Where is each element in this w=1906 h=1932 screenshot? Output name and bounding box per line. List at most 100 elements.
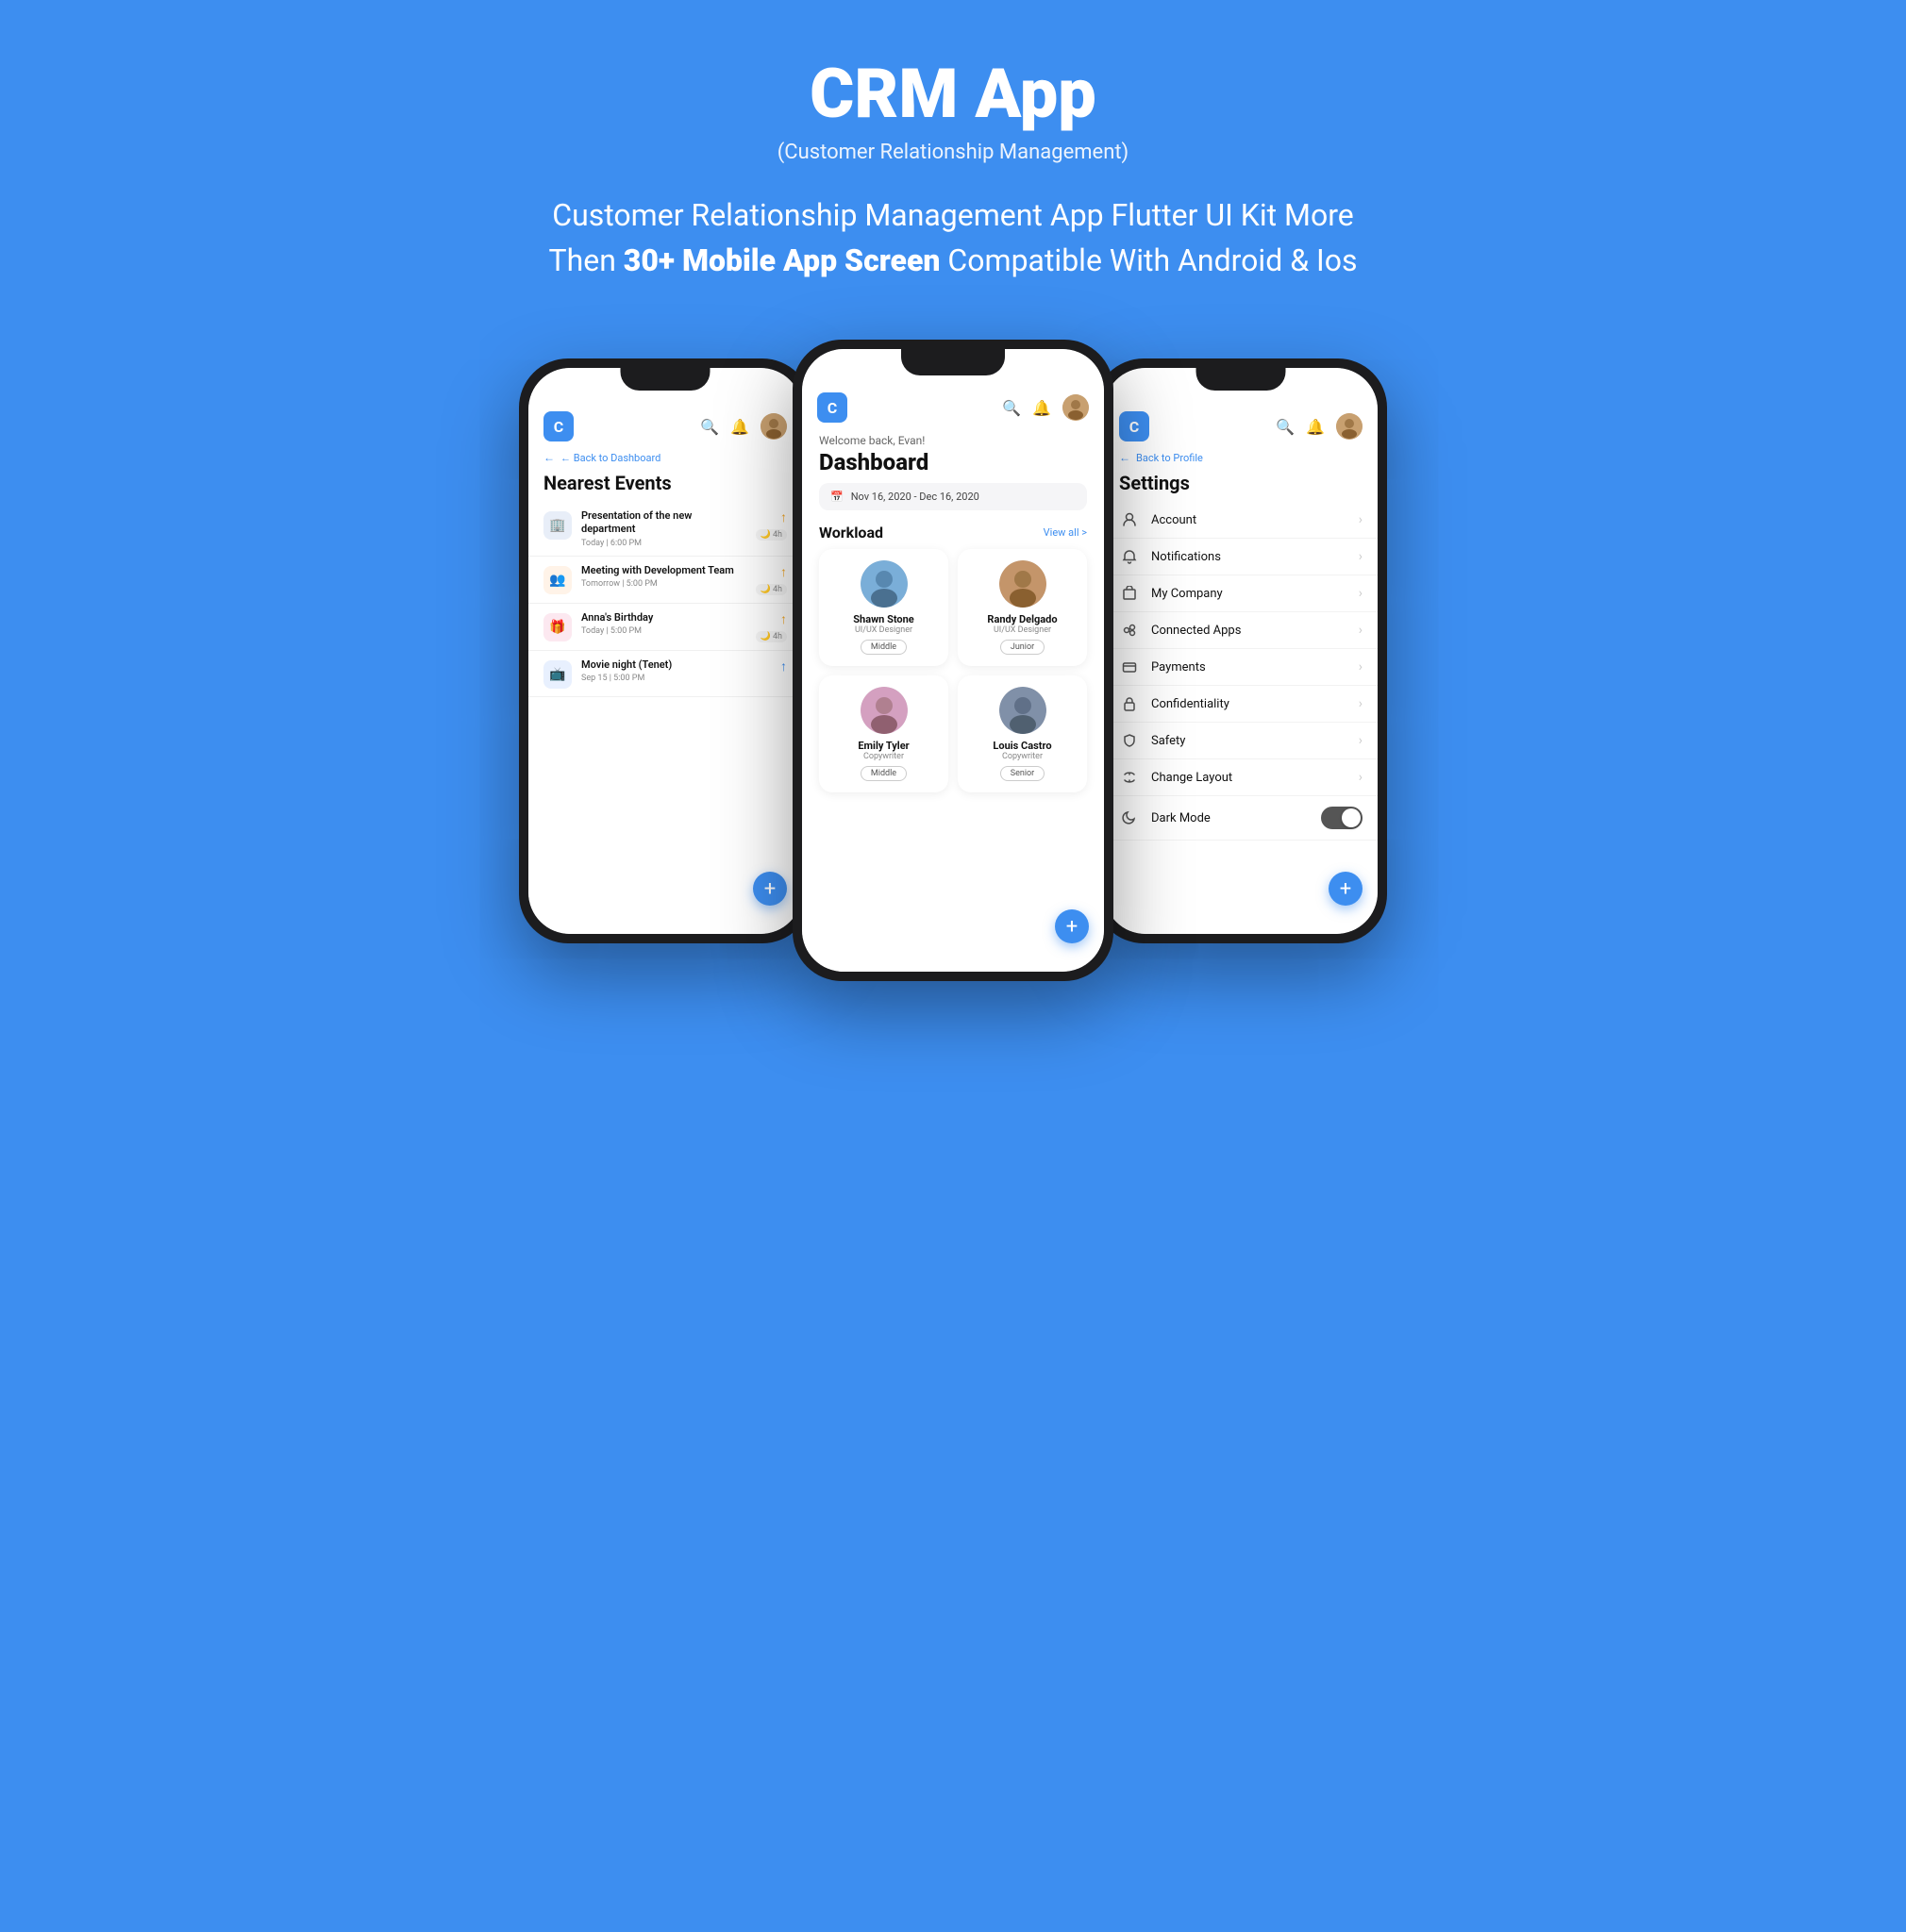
search-icon-center[interactable]: 🔍: [1002, 399, 1021, 417]
worker-avatar-2: [999, 560, 1046, 608]
settings-item-darkmode[interactable]: Dark Mode: [1104, 796, 1378, 841]
event-time-3: Today | 5:00 PM: [581, 626, 746, 636]
settings-item-confidentiality[interactable]: Confidentiality ›: [1104, 686, 1378, 723]
mycompany-icon: [1119, 586, 1140, 601]
changelayout-icon: [1119, 770, 1140, 785]
view-all-link[interactable]: View all >: [1044, 526, 1087, 539]
avatar-right[interactable]: [1336, 413, 1363, 440]
worker-card-1[interactable]: Shawn Stone UI/UX Designer Middle: [819, 549, 948, 666]
settings-label-mycompany: My Company: [1151, 587, 1347, 601]
darkmode-toggle[interactable]: [1321, 807, 1363, 829]
nav-icons-center: 🔍 🔔: [1002, 394, 1089, 421]
worker-role-3: Copywriter: [863, 752, 904, 761]
worker-level-2: Junior: [1000, 640, 1045, 655]
event-time-2: Tomorrow | 5:00 PM: [581, 579, 746, 589]
settings-label-connectedapps: Connected Apps: [1151, 624, 1347, 638]
avatar-center[interactable]: [1062, 394, 1089, 421]
priority-icon-3: ↑: [780, 611, 787, 627]
event-title-1: Presentation of the new department: [581, 509, 746, 537]
account-icon: [1119, 512, 1140, 527]
event-info-2: Meeting with Development Team Tomorrow |…: [581, 564, 746, 589]
chevron-account: ›: [1359, 512, 1363, 527]
fab-button-left[interactable]: +: [753, 872, 787, 906]
avatar-left[interactable]: [761, 413, 787, 440]
search-icon-left[interactable]: 🔍: [700, 418, 719, 436]
worker-card-2[interactable]: Randy Delgado UI/UX Designer Junior: [958, 549, 1087, 666]
notch-center: [901, 349, 1005, 375]
bell-icon-right[interactable]: 🔔: [1306, 418, 1325, 436]
event-icon-1: 🏢: [543, 511, 572, 540]
events-title: Nearest Events: [528, 468, 802, 502]
phone-right: C 🔍 🔔 ← Back to Profile S: [1095, 358, 1387, 943]
settings-item-account[interactable]: Account ›: [1104, 502, 1378, 539]
worker-role-2: UI/UX Designer: [994, 625, 1051, 635]
app-logo-right: C: [1119, 411, 1149, 441]
payments-icon: [1119, 659, 1140, 675]
notifications-icon: [1119, 549, 1140, 564]
settings-label-account: Account: [1151, 513, 1347, 527]
chevron-confidentiality: ›: [1359, 696, 1363, 711]
settings-label-notifications: Notifications: [1151, 550, 1347, 564]
worker-name-1: Shawn Stone: [853, 613, 913, 625]
event-icon-2: 👥: [543, 566, 572, 594]
calendar-icon: 📅: [830, 491, 844, 503]
fab-button-center[interactable]: +: [1055, 909, 1089, 943]
settings-item-payments[interactable]: Payments ›: [1104, 649, 1378, 686]
back-label-left: ← Back to Dashboard: [560, 452, 660, 464]
back-arrow-right: ←: [1119, 451, 1130, 464]
bell-icon-center[interactable]: 🔔: [1032, 399, 1051, 417]
settings-item-notifications[interactable]: Notifications ›: [1104, 539, 1378, 575]
darkmode-icon: [1119, 810, 1140, 825]
chevron-mycompany: ›: [1359, 586, 1363, 601]
event-item-2[interactable]: 👥 Meeting with Development Team Tomorrow…: [528, 557, 802, 604]
worker-avatar-3: [861, 687, 908, 734]
settings-title: Settings: [1104, 468, 1378, 502]
worker-avatar-1: [861, 560, 908, 608]
event-icon-4: 📺: [543, 660, 572, 689]
settings-label-changelayout: Change Layout: [1151, 771, 1347, 785]
phone-center-screen: C 🔍 🔔 Welcome back, Evan! Dashboard: [802, 349, 1104, 972]
bell-icon-left[interactable]: 🔔: [730, 418, 749, 436]
event-title-2: Meeting with Development Team: [581, 564, 746, 577]
back-label-right: Back to Profile: [1136, 452, 1203, 464]
settings-label-safety: Safety: [1151, 734, 1347, 748]
app-logo-left: C: [543, 411, 574, 441]
nav-icons-right: 🔍 🔔: [1276, 413, 1363, 440]
bottom-bar-left: [618, 923, 712, 926]
chevron-notifications: ›: [1359, 549, 1363, 564]
toggle-knob: [1342, 808, 1361, 827]
workload-title: Workload: [819, 524, 883, 541]
worker-name-2: Randy Delgado: [987, 613, 1057, 625]
worker-card-4[interactable]: Louis Castro Copywriter Senior: [958, 675, 1087, 792]
phone-right-screen: C 🔍 🔔 ← Back to Profile S: [1104, 368, 1378, 934]
duration-1: 🌙 4h: [756, 529, 787, 541]
back-link-right[interactable]: ← Back to Profile: [1104, 447, 1378, 468]
event-item-4[interactable]: 📺 Movie night (Tenet) Sep 15 | 5:00 PM ↑: [528, 651, 802, 697]
event-item-1[interactable]: 🏢 Presentation of the new department Tod…: [528, 502, 802, 557]
worker-card-3[interactable]: Emily Tyler Copywriter Middle: [819, 675, 948, 792]
settings-item-safety[interactable]: Safety ›: [1104, 723, 1378, 759]
workload-grid: Shawn Stone UI/UX Designer Middle: [802, 549, 1104, 792]
settings-item-changelayout[interactable]: Change Layout ›: [1104, 759, 1378, 796]
back-arrow-left: ←: [543, 451, 555, 464]
fab-button-right[interactable]: +: [1329, 872, 1363, 906]
top-nav-center: C 🔍 🔔: [802, 385, 1104, 428]
bottom-bar-right: [1194, 923, 1288, 926]
page-description: Customer Relationship Management App Flu…: [528, 192, 1378, 283]
event-item-3[interactable]: 🎁 Anna's Birthday Today | 5:00 PM ↑ 🌙 4h: [528, 604, 802, 651]
duration-2: 🌙 4h: [756, 584, 787, 595]
priority-icon-1: ↑: [780, 509, 787, 525]
welcome-text: Welcome back, Evan!: [802, 428, 1104, 447]
settings-item-mycompany[interactable]: My Company ›: [1104, 575, 1378, 612]
notch-left: [621, 368, 711, 391]
search-icon-right[interactable]: 🔍: [1276, 418, 1295, 436]
worker-role-4: Copywriter: [1002, 752, 1043, 761]
chevron-connectedapps: ›: [1359, 623, 1363, 638]
worker-avatar-4: [999, 687, 1046, 734]
app-logo-center: C: [817, 392, 847, 423]
phone-left: C 🔍 🔔 ← ← Back to Dashboard: [519, 358, 811, 943]
desc-bold: 30+ Mobile App Screen: [624, 242, 941, 278]
back-link-left[interactable]: ← ← Back to Dashboard: [528, 447, 802, 468]
settings-item-connectedapps[interactable]: Connected Apps ›: [1104, 612, 1378, 649]
event-right-4: ↑: [780, 658, 787, 675]
